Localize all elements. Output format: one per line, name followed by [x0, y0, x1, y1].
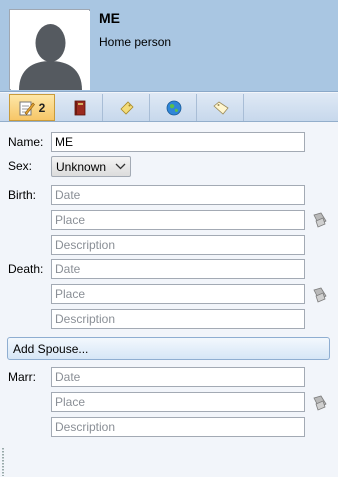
- name-field[interactable]: [51, 132, 305, 152]
- death-label: Death:: [8, 262, 44, 276]
- person-subtitle: Home person: [99, 35, 172, 49]
- book-icon: [74, 100, 85, 115]
- person-header: ME Home person: [0, 0, 338, 92]
- source-citation-icon[interactable]: [311, 395, 329, 411]
- person-name: ME: [99, 10, 120, 26]
- birth-date-field[interactable]: [51, 185, 305, 205]
- tab-bar: 2: [0, 93, 338, 122]
- sex-label: Sex:: [8, 159, 33, 173]
- tag-icon: [119, 100, 134, 115]
- silhouette-icon: [11, 11, 90, 90]
- birth-place-field[interactable]: [51, 210, 305, 230]
- source-citation-icon[interactable]: [311, 212, 329, 228]
- death-description-field[interactable]: [51, 309, 305, 329]
- note-pencil-icon: [19, 101, 35, 115]
- tab-web[interactable]: [151, 94, 197, 121]
- marr-description-field[interactable]: [51, 417, 305, 437]
- person-photo[interactable]: [9, 9, 90, 90]
- sex-select[interactable]: Unknown: [51, 156, 131, 177]
- marr-place-field[interactable]: [51, 392, 305, 412]
- globe-icon: [166, 100, 181, 115]
- birth-label: Birth:: [8, 188, 37, 202]
- name-label: Name:: [8, 135, 44, 149]
- tab-sources[interactable]: [57, 94, 103, 121]
- tab-notes[interactable]: 2: [9, 94, 55, 121]
- tab-tags[interactable]: [104, 94, 150, 121]
- birth-description-field[interactable]: [51, 235, 305, 255]
- sex-select-value: Unknown: [56, 160, 107, 174]
- source-citation-icon[interactable]: [311, 287, 329, 303]
- resize-grip[interactable]: [2, 448, 4, 476]
- chevron-down-icon: [115, 163, 126, 170]
- label-tag-icon: [212, 101, 229, 115]
- notes-count: 2: [38, 100, 46, 115]
- death-place-field[interactable]: [51, 284, 305, 304]
- death-date-field[interactable]: [51, 259, 305, 279]
- marr-label: Marr:: [8, 370, 36, 384]
- add-spouse-button[interactable]: Add Spouse...: [7, 337, 330, 360]
- tab-labels[interactable]: [198, 94, 244, 121]
- marr-date-field[interactable]: [51, 367, 305, 387]
